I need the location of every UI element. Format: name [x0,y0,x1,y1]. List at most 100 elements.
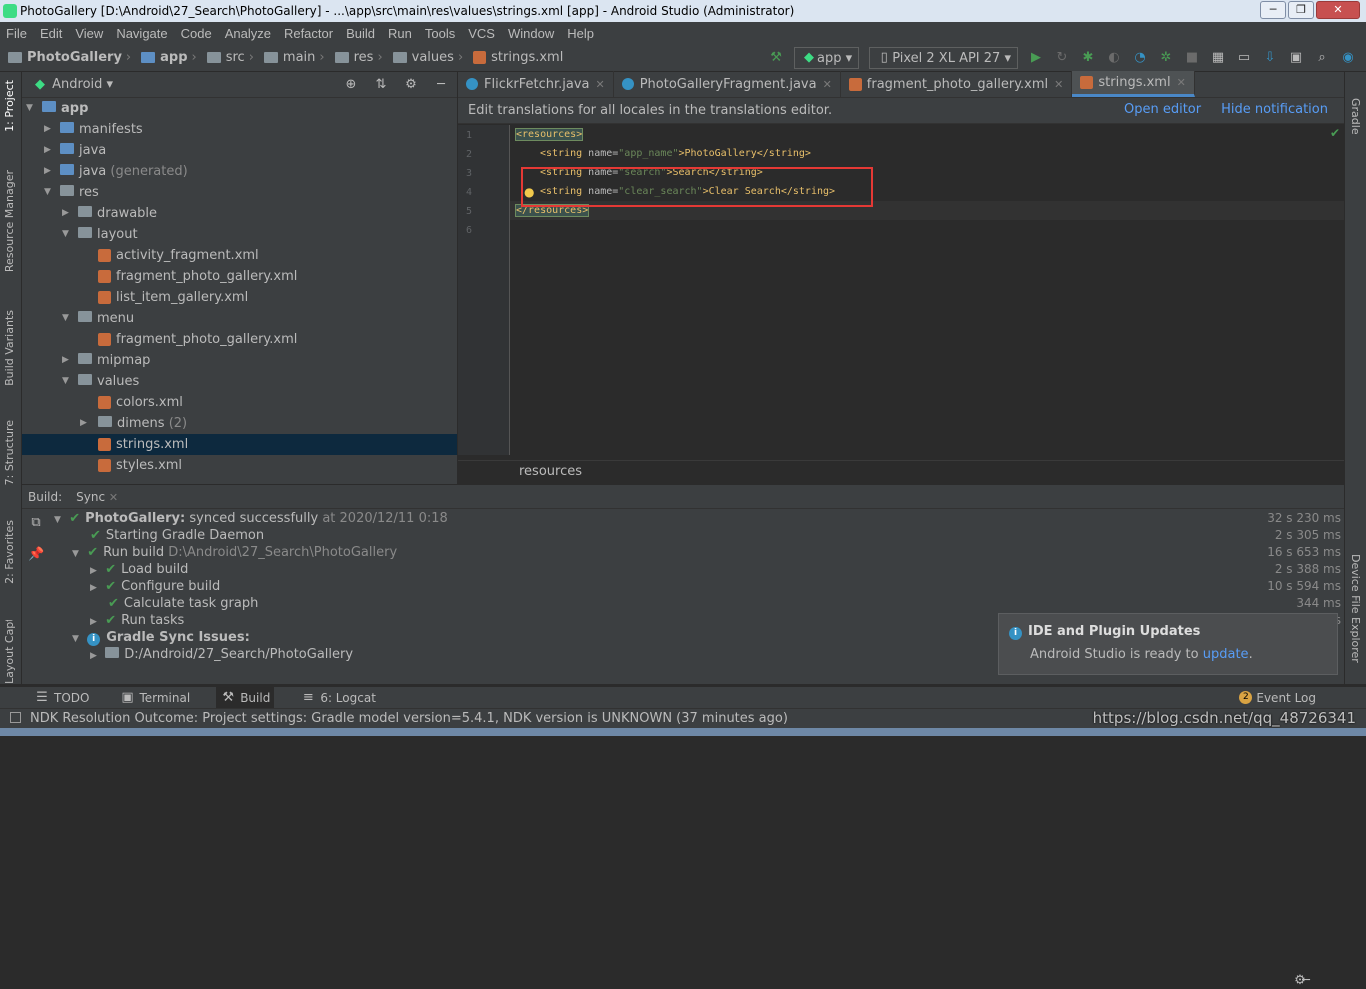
run-config-select[interactable]: ◆ app ▾ [794,47,860,69]
crumb-project[interactable]: PhotoGallery › [8,50,135,65]
hide-icon[interactable]: ─ [1298,973,1314,989]
menu-navigate[interactable]: Navigate [116,26,167,41]
close-tab-icon[interactable]: ✕ [1054,78,1063,91]
locate-icon[interactable]: ⊕ [343,77,359,93]
crumb-app[interactable]: app › [141,50,201,65]
collapse-all-icon[interactable]: ⇅ [373,77,389,93]
restore-layout-icon[interactable]: ⧉ [28,515,44,531]
avd-manager-icon[interactable]: ▭ [1236,50,1252,66]
menu-window[interactable]: Window [508,26,554,41]
assistant-icon[interactable]: ◉ [1340,50,1356,66]
hide-notification-link[interactable]: Hide notification [1221,102,1328,117]
maximize-button[interactable]: ❐ [1288,1,1314,19]
apply-changes-icon[interactable]: ↻ [1054,50,1070,66]
tab-strings[interactable]: strings.xml ✕ [1072,71,1195,97]
status-text[interactable]: NDK Resolution Outcome: Project settings… [30,711,788,726]
close-tab-icon[interactable]: ✕ [823,78,832,91]
hide-icon[interactable]: ─ [433,77,449,93]
tab-flickrfetchr[interactable]: FlickrFetchr.java ✕ [458,71,614,97]
sync-project-icon[interactable]: ▦ [1210,50,1226,66]
todo-tool-tab[interactable]: ☰ TODO [30,687,93,709]
layout-captures-tool-tab[interactable]: Layout Captures [3,620,16,684]
attach-debugger-icon[interactable]: ✲ [1158,50,1174,66]
menu-tools[interactable]: Tools [425,26,455,41]
profile-icon[interactable]: ◐ [1106,50,1122,66]
event-log-tool-tab[interactable]: 2 Event Log [1235,687,1320,709]
tree-item-strings[interactable]: strings.xml [22,434,457,455]
tab-fragment-photo-gallery[interactable]: fragment_photo_gallery.xml ✕ [841,71,1073,97]
tree-item-activity-fragment[interactable]: activity_fragment.xml [22,245,457,266]
crumb-res[interactable]: res › [334,50,387,65]
debug-icon[interactable]: ✱ [1080,50,1096,66]
menu-analyze[interactable]: Analyze [225,26,271,41]
gradle-tool-tab[interactable]: Gradle [1349,98,1362,135]
profiler-icon[interactable]: ◔ [1132,50,1148,66]
tree-item-menu-fragment-photo-gallery[interactable]: fragment_photo_gallery.xml [22,329,457,350]
device-select[interactable]: ▯ Pixel 2 XL API 27 ▾ [869,47,1018,69]
tree-item-java-generated[interactable]: ▶ java (generated) [22,161,457,182]
menu-refactor[interactable]: Refactor [284,26,333,41]
close-tab-icon[interactable]: ✕ [1177,76,1186,89]
tree-item-values[interactable]: ▼ values [22,371,457,392]
project-view-select[interactable]: Android [52,77,102,92]
pin-icon[interactable]: 📌 [28,547,44,563]
menu-file[interactable]: File [6,26,27,41]
tree-item-colors[interactable]: colors.xml [22,392,457,413]
logcat-tool-tab[interactable]: ≡ 6: Logcat [296,687,380,709]
stop-icon[interactable]: ■ [1184,50,1200,66]
tree-item-mipmap[interactable]: ▶ mipmap [22,350,457,371]
tree-item-layout[interactable]: ▼ layout [22,224,457,245]
run-icon[interactable]: ▶ [1028,50,1044,66]
crumb-src[interactable]: src › [206,50,258,65]
layout-inspector-icon[interactable]: ▣ [1288,50,1304,66]
build-row-project-path[interactable]: ▶ D:/Android/27_Search/PhotoGallery [90,646,353,663]
build-row-daemon[interactable]: ✔ Starting Gradle Daemon [90,527,264,544]
menu-run[interactable]: Run [388,26,412,41]
close-button[interactable]: ✕ [1316,1,1360,19]
resource-manager-tool-tab[interactable]: Resource Manager [3,170,16,272]
tree-item-manifests[interactable]: ▶ manifests [22,119,457,140]
project-tool-tab[interactable]: 1: Project [3,80,16,132]
menu-code[interactable]: Code [181,26,212,41]
open-editor-link[interactable]: Open editor [1124,102,1201,117]
tab-sync[interactable]: Sync ✕ [72,490,122,504]
tree-item-dimens[interactable]: ▶ dimens (2) [22,413,457,434]
gear-icon[interactable]: ⚙ [403,77,419,93]
build-row-task-graph[interactable]: ✔ Calculate task graph [108,595,258,612]
build-row-run-tasks[interactable]: ▶ ✔ Run tasks [90,612,184,629]
device-file-explorer-tool-tab[interactable]: Device File Explorer [1349,554,1362,663]
close-tab-icon[interactable]: ✕ [109,491,118,504]
tree-item-fragment-photo-gallery[interactable]: fragment_photo_gallery.xml [22,266,457,287]
xml-breadcrumb[interactable]: resources [458,460,1344,484]
terminal-tool-tab[interactable]: ▣ Terminal [115,687,194,709]
build-row-run-build[interactable]: ▼ ✔ Run build D:\Android\27_Search\PhotoG… [72,544,397,561]
crumb-values[interactable]: values › [392,50,468,65]
build-tool-tab[interactable]: ⚒ Build [216,686,275,709]
tree-item-res[interactable]: ▼ res [22,182,457,203]
toggle-tool-windows-icon[interactable] [10,712,21,723]
favorites-tool-tab[interactable]: 2: Favorites [3,520,16,584]
update-notification-toast[interactable]: i IDE and Plugin Updates Android Studio i… [998,613,1338,675]
build-row-photogallery[interactable]: ▼ ✔ PhotoGallery: synced successfully at … [54,510,448,527]
tree-item-list-item-gallery[interactable]: list_item_gallery.xml [22,287,457,308]
tree-item-styles[interactable]: styles.xml [22,455,457,476]
build-variants-tool-tab[interactable]: Build Variants [3,310,16,386]
build-row-load-build[interactable]: ▶ ✔ Load build [90,561,188,578]
crumb-strings[interactable]: strings.xml [473,50,563,65]
minimize-button[interactable]: ─ [1260,1,1286,19]
sdk-manager-icon[interactable]: ⇩ [1262,50,1278,66]
build-row-configure-build[interactable]: ▶ ✔ Configure build [90,578,220,595]
update-link[interactable]: update [1203,647,1249,662]
menu-build[interactable]: Build [346,26,375,41]
close-tab-icon[interactable]: ✕ [596,78,605,91]
search-everywhere-icon[interactable]: ⌕ [1314,50,1330,66]
build-row-sync-issues[interactable]: ▼ i Gradle Sync Issues: [72,629,250,646]
crumb-main[interactable]: main › [263,50,329,65]
tab-photogalleryfragment[interactable]: PhotoGalleryFragment.java ✕ [614,71,841,97]
menu-vcs[interactable]: VCS [468,26,495,41]
structure-tool-tab[interactable]: 7: Structure [3,420,16,485]
hammer-icon[interactable]: ⚒ [768,50,784,66]
menu-view[interactable]: View [75,26,103,41]
tree-item-menu[interactable]: ▼ menu [22,308,457,329]
menu-edit[interactable]: Edit [40,26,62,41]
